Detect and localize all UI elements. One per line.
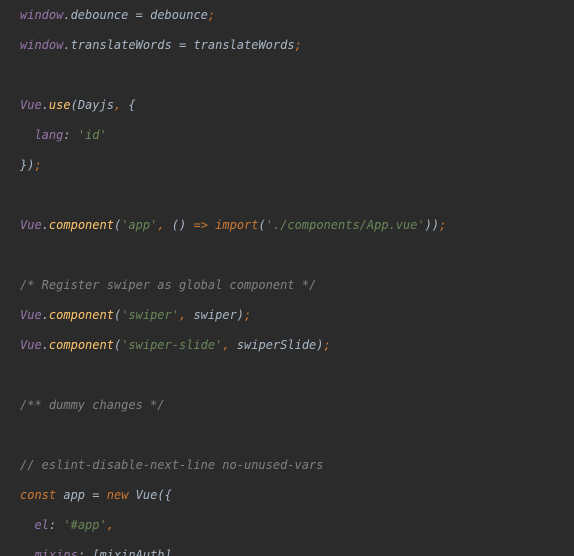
code-line: window.debounce = debounce; bbox=[0, 8, 574, 23]
code-line: const app = new Vue({ bbox=[0, 488, 574, 503]
code-editor[interactable]: window.debounce = debounce; window.trans… bbox=[0, 0, 574, 556]
comment: /* Register swiper as global component *… bbox=[20, 278, 316, 292]
code-line: /** dummy changes */ bbox=[0, 398, 574, 413]
code-line: /* Register swiper as global component *… bbox=[0, 278, 574, 293]
code-line: }); bbox=[0, 158, 574, 173]
code-line bbox=[0, 248, 574, 263]
code-line bbox=[0, 368, 574, 383]
code-line: window.translateWords = translateWords; bbox=[0, 38, 574, 53]
code-line bbox=[0, 188, 574, 203]
code-line: Vue.component('swiper-slide', swiperSlid… bbox=[0, 338, 574, 353]
code-line: Vue.use(Dayjs, { bbox=[0, 98, 574, 113]
code-line: el: '#app', bbox=[0, 518, 574, 533]
code-line bbox=[0, 68, 574, 83]
comment: /** dummy changes */ bbox=[20, 398, 165, 412]
code-line: // eslint-disable-next-line no-unused-va… bbox=[0, 458, 574, 473]
token-global: window bbox=[20, 8, 63, 22]
code-line: Vue.component('swiper', swiper); bbox=[0, 308, 574, 323]
comment: // eslint-disable-next-line no-unused-va… bbox=[20, 458, 323, 472]
code-line: mixins: [mixinAuth], bbox=[0, 548, 574, 556]
code-line: Vue.component('app', () => import('./com… bbox=[0, 218, 574, 233]
code-line bbox=[0, 428, 574, 443]
code-line: lang: 'id' bbox=[0, 128, 574, 143]
